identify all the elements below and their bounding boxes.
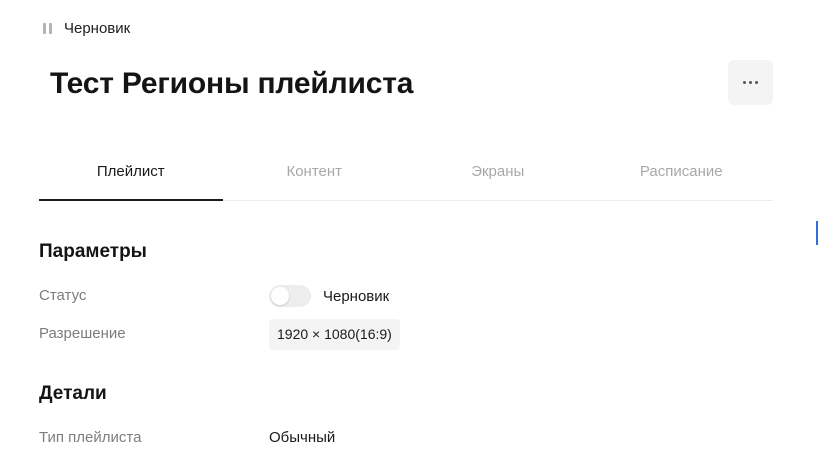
draft-status-label: Черновик bbox=[64, 19, 131, 37]
more-options-button[interactable] bbox=[728, 60, 773, 105]
pause-icon bbox=[43, 22, 52, 34]
playlist-page: Черновик Тест Регионы плейлиста Плейлист… bbox=[0, 0, 818, 466]
status-value: Черновик bbox=[323, 287, 390, 305]
status-label: Статус bbox=[39, 287, 87, 304]
status-field: Черновик bbox=[269, 285, 389, 307]
tab-screens[interactable]: Экраны bbox=[406, 150, 590, 200]
draft-status: Черновик bbox=[43, 18, 130, 38]
tab-content[interactable]: Контент bbox=[223, 150, 407, 200]
playlist-type-label: Тип плейлиста bbox=[39, 429, 142, 446]
details-section-title: Детали bbox=[39, 383, 107, 404]
resolution-label: Разрешение bbox=[39, 325, 126, 342]
tab-bar: Плейлист Контент Экраны Расписание bbox=[39, 150, 773, 201]
page-title: Тест Регионы плейлиста bbox=[50, 67, 414, 100]
parameters-section-title: Параметры bbox=[39, 241, 147, 262]
tab-playlist[interactable]: Плейлист bbox=[39, 150, 223, 201]
more-horizontal-icon bbox=[743, 81, 746, 84]
tab-schedule[interactable]: Расписание bbox=[590, 150, 774, 200]
playlist-type-value: Обычный bbox=[269, 429, 336, 446]
toggle-knob bbox=[271, 287, 289, 305]
status-toggle[interactable] bbox=[269, 285, 311, 307]
resolution-value: 1920 × 1080(16:9) bbox=[269, 319, 400, 350]
